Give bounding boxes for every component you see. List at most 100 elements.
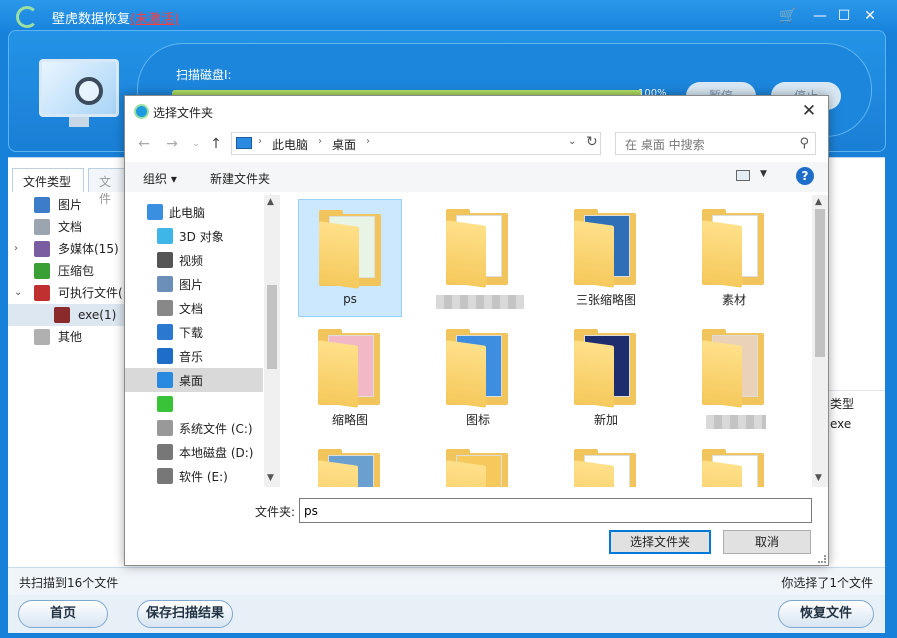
folder-item[interactable]: 图标 — [426, 319, 530, 437]
tree-item[interactable]: › 多媒体(15) — [8, 238, 128, 260]
app-logo-icon — [16, 6, 38, 28]
breadcrumb-this-pc[interactable]: 此电脑 — [272, 136, 308, 153]
executable-icon — [34, 285, 50, 301]
folder-item[interactable] — [426, 199, 530, 317]
nav-item-label: 下载 — [179, 326, 204, 340]
folder-icon — [702, 329, 764, 408]
folder-item[interactable] — [298, 439, 402, 487]
drive-e-icon — [157, 468, 173, 484]
folder-icon — [574, 449, 636, 487]
other-icon — [34, 329, 50, 345]
help-icon[interactable]: ? — [796, 167, 814, 185]
expand-arrow-icon[interactable]: › — [14, 238, 18, 260]
status-bar: 共扫描到16个文件 你选择了1个文件 — [8, 567, 885, 595]
nav-item[interactable] — [125, 392, 263, 416]
maximize-button[interactable]: ☐ — [834, 6, 854, 26]
folder-icon — [318, 449, 380, 487]
tree-item[interactable]: 文档 — [8, 216, 128, 238]
folder-item[interactable] — [554, 439, 658, 487]
nav-item-label: 桌面 — [179, 374, 204, 388]
app-title: 壁虎数据恢复(未激活) — [52, 12, 180, 27]
tree-item[interactable]: ⌄ 可执行文件( — [8, 282, 128, 304]
tab-file-path[interactable]: 文件 — [88, 168, 128, 206]
view-options-caret-icon[interactable]: ▼ — [760, 169, 767, 179]
music-icon — [157, 348, 173, 364]
folder-item[interactable]: 新加 — [554, 319, 658, 437]
folder-icon — [446, 329, 508, 408]
wechat-icon — [157, 396, 173, 412]
folder-name: 素材 — [721, 293, 746, 307]
nav-item[interactable]: 图片 — [125, 272, 263, 296]
nav-item[interactable]: 此电脑 — [125, 200, 263, 224]
address-bar[interactable]: › 此电脑 › 桌面 › ⌄ ↻ — [231, 132, 601, 155]
nav-item[interactable]: 软件 (E:) — [125, 464, 263, 487]
new-folder-button[interactable]: 新建文件夹 — [210, 170, 270, 187]
picture-icon — [34, 197, 50, 213]
refresh-icon[interactable]: ↻ — [586, 134, 598, 150]
up-arrow-icon[interactable]: ↑ — [207, 135, 225, 153]
resize-grip[interactable] — [818, 555, 826, 563]
cart-icon[interactable]: 🛒 — [778, 6, 798, 26]
save-scan-results-button[interactable]: 保存扫描结果 — [137, 600, 233, 628]
nav-item[interactable]: 下载 — [125, 320, 263, 344]
scan-monitor-icon — [39, 59, 119, 131]
scan-count-text: 共扫描到16个文件 — [19, 576, 119, 590]
archive-icon — [34, 263, 50, 279]
cancel-button[interactable]: 取消 — [723, 530, 811, 554]
forward-arrow-icon[interactable]: → — [163, 135, 181, 153]
folder-item[interactable]: 三张缩略图 — [554, 199, 658, 317]
folder-name: 新加 — [593, 413, 618, 427]
tab-file-type[interactable]: 文件类型 — [12, 168, 84, 192]
folder-item[interactable]: 素材 — [682, 199, 786, 317]
breadcrumb-desktop[interactable]: 桌面 — [332, 136, 356, 153]
back-arrow-icon[interactable]: ← — [135, 135, 153, 153]
nav-item[interactable]: 视频 — [125, 248, 263, 272]
folder-item[interactable] — [426, 439, 530, 487]
drive-d-icon — [157, 444, 173, 460]
organize-menu[interactable]: 组织 ▾ — [143, 170, 177, 187]
nav-item[interactable]: 3D 对象 — [125, 224, 263, 248]
home-button[interactable]: 首页 — [18, 600, 108, 628]
folder-item[interactable] — [682, 319, 786, 437]
address-dropdown-icon[interactable]: ⌄ — [568, 136, 576, 147]
folder-view-scrollbar[interactable]: ▲ ▼ — [812, 195, 828, 487]
activate-link[interactable]: (未激活) — [130, 12, 179, 27]
tree-item-label: 其他 — [58, 330, 83, 344]
tree-item[interactable]: exe(1) — [8, 304, 128, 326]
expand-arrow-icon[interactable]: ⌄ — [14, 282, 22, 304]
tree-item[interactable]: 压缩包 — [8, 260, 128, 282]
folder-icon — [574, 329, 636, 408]
tree-item-label: 压缩包 — [58, 264, 95, 278]
tree-item-label: 文档 — [58, 220, 83, 234]
nav-item-label: 音乐 — [179, 350, 204, 364]
folder-item[interactable] — [682, 439, 786, 487]
recent-locations-icon[interactable]: ⌄ — [187, 135, 205, 153]
nav-item[interactable]: 桌面 — [125, 368, 263, 392]
nav-item-label: 3D 对象 — [179, 230, 224, 244]
nav-item[interactable]: 音乐 — [125, 344, 263, 368]
view-mode-icon[interactable] — [736, 170, 750, 181]
folder-icon — [446, 449, 508, 487]
computer-icon — [236, 137, 252, 149]
nav-item[interactable]: 文档 — [125, 296, 263, 320]
folder-icon — [446, 209, 508, 288]
close-button[interactable]: ✕ — [860, 6, 880, 26]
minimize-button[interactable]: — — [810, 6, 830, 26]
pictures-icon — [157, 276, 173, 292]
nav-pane-scrollbar[interactable]: ▲ ▼ — [264, 195, 280, 487]
downloads-icon — [157, 324, 173, 340]
tree-item[interactable]: 图片 — [8, 194, 128, 216]
select-folder-button[interactable]: 选择文件夹 — [609, 530, 711, 554]
3d-objects-icon — [157, 228, 173, 244]
folder-icon — [319, 210, 381, 289]
drive-c-icon — [157, 420, 173, 436]
tree-item[interactable]: 其他 — [8, 326, 128, 348]
dialog-close-button[interactable]: ✕ — [798, 100, 820, 122]
folder-item[interactable]: 缩略图 — [298, 319, 402, 437]
folder-item[interactable]: ps — [298, 199, 402, 317]
nav-item[interactable]: 本地磁盘 (D:) — [125, 440, 263, 464]
recover-files-button[interactable]: 恢复文件 — [778, 600, 874, 628]
nav-item[interactable]: 系统文件 (C:) — [125, 416, 263, 440]
search-input[interactable]: 在 桌面 中搜索 ⚲ — [615, 132, 816, 155]
folder-name-input[interactable] — [299, 498, 812, 523]
